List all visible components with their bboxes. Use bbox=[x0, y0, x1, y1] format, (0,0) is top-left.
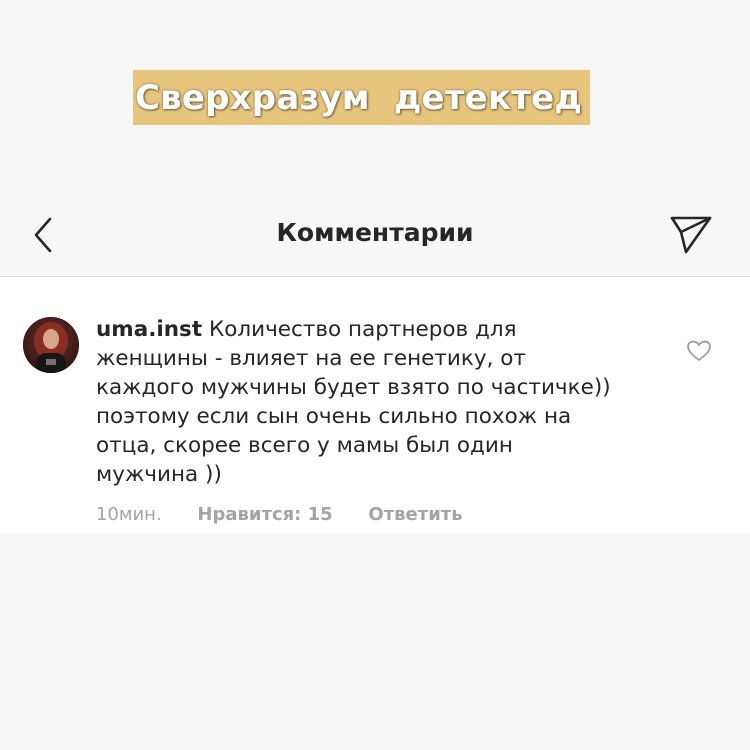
share-button[interactable] bbox=[666, 212, 716, 258]
reply-button[interactable]: Ответить bbox=[368, 504, 462, 525]
comment-text-line: отца, скорее всего у мамы был один bbox=[96, 433, 513, 458]
comment-text-line: женщины - влияет на ее генетику, от bbox=[96, 346, 526, 371]
header-bar: Комментарии bbox=[0, 200, 750, 277]
avatar[interactable] bbox=[23, 317, 79, 373]
caption-text: Сверхразум детектед bbox=[135, 77, 583, 118]
caption-banner: Сверхразум детектед bbox=[133, 70, 590, 125]
comment-text-line: поэтому если сын очень сильно похож на bbox=[96, 404, 572, 429]
comment-first-line: uma.inst Количество партнеров для bbox=[96, 315, 656, 344]
comment-item: uma.inst Количество партнеров для женщин… bbox=[0, 277, 750, 534]
avatar-photo bbox=[23, 317, 79, 373]
comment-text-line: каждого мужчины будет взято по частичке)… bbox=[96, 375, 611, 400]
comment-text-line: мужчина )) bbox=[96, 462, 222, 487]
page-title: Комментарии bbox=[276, 218, 474, 247]
heart-outline-icon bbox=[687, 340, 711, 361]
comment-meta: 10мин. Нравится: 15 Ответить bbox=[96, 504, 463, 525]
paper-plane-icon bbox=[670, 216, 712, 254]
like-button[interactable] bbox=[686, 339, 712, 363]
likes-count[interactable]: Нравится: 15 bbox=[197, 504, 332, 525]
comment-text: uma.inst Количество партнеров для женщин… bbox=[96, 315, 656, 489]
comment-timestamp: 10мин. bbox=[96, 504, 162, 525]
comment-username[interactable]: uma.inst bbox=[96, 317, 202, 342]
comment-text-line: Количество партнеров для bbox=[202, 317, 517, 342]
